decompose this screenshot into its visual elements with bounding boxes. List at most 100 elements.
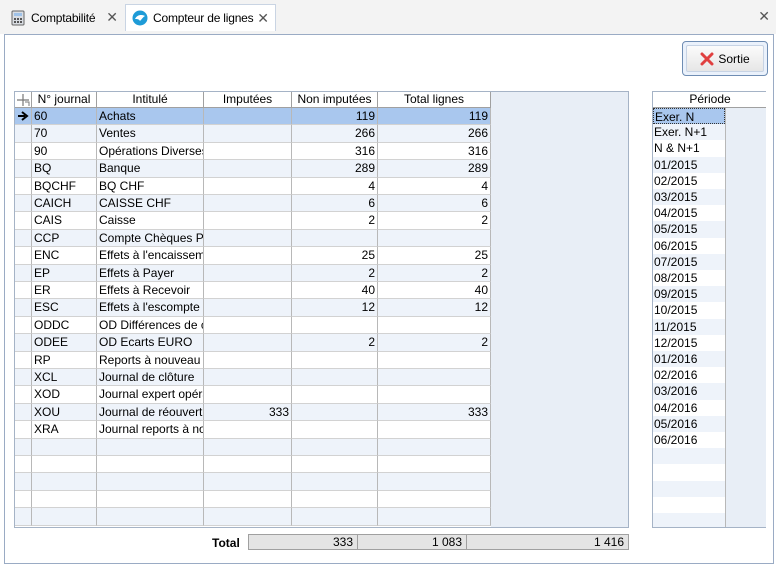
non-imputees-cell[interactable]: 316 [292,142,378,161]
imputees-cell[interactable] [204,508,292,526]
total-cell[interactable] [378,351,491,369]
intitule-cell[interactable]: Reports à nouveau [97,351,204,369]
imputees-cell[interactable] [204,490,292,509]
non-imputees-cell[interactable] [292,490,378,509]
non-imputees-cell[interactable]: 4 [292,177,378,195]
table-row[interactable]: ESC Effets à l'escompte 12 12 [15,299,491,317]
period-item[interactable]: 04/2015 [653,205,725,221]
journal-cell[interactable]: BQCHF [32,177,97,195]
table-row[interactable]: BQ Banque 289 289 [15,160,491,178]
total-cell[interactable] [378,369,491,387]
table-row[interactable] [15,490,491,509]
table-row[interactable]: RP Reports à nouveau [15,351,491,369]
non-imputees-cell[interactable] [292,473,378,491]
non-imputees-cell[interactable] [292,403,378,422]
imputees-cell[interactable] [204,456,292,474]
journal-cell[interactable]: CCP [32,229,97,248]
intitule-cell[interactable]: CAISSE CHF [97,195,204,213]
non-imputees-cell[interactable] [292,351,378,369]
journal-cell[interactable] [32,456,97,474]
add-column-icon[interactable] [15,92,32,108]
total-cell[interactable] [378,421,491,439]
table-row[interactable] [15,508,491,526]
period-item[interactable]: 05/2016 [653,415,725,432]
journal-cell[interactable]: ODDC [32,316,97,335]
period-list[interactable]: Période Exer. N Exer. N+1 N & N+1 01/2015 02… [652,91,766,528]
journal-cell[interactable]: ENC [32,247,97,265]
imputees-cell[interactable] [204,229,292,248]
total-cell[interactable]: 289 [378,160,491,178]
intitule-cell[interactable] [97,508,204,526]
total-cell[interactable]: 2 [378,212,491,230]
intitule-cell[interactable]: Caisse [97,212,204,230]
header-non-imputees[interactable]: Non imputées [292,92,378,108]
exit-button[interactable]: Sortie [682,41,768,76]
period-item[interactable]: 02/2016 [653,367,725,383]
total-cell[interactable]: 12 [378,299,491,317]
imputees-cell[interactable] [204,473,292,491]
journal-cell[interactable]: CAIS [32,212,97,230]
close-icon[interactable]: ✕ [106,9,118,26]
period-item[interactable]: 02/2015 [653,173,725,189]
table-row[interactable]: XODJournal expert opérations [15,386,491,404]
table-row[interactable]: XRAJournal reports à nouveau [15,421,491,439]
total-cell[interactable] [378,490,491,509]
imputees-cell[interactable] [204,386,292,404]
exit-button-face[interactable]: Sortie [686,45,764,72]
table-row[interactable] [15,473,491,491]
table-row[interactable]: 70 Ventes 266 266 [15,125,491,143]
table-row[interactable] [15,456,491,474]
imputees-cell[interactable] [204,299,292,317]
period-item[interactable]: 01/2016 [653,351,725,368]
table-row[interactable]: CCPCompte Chèques Postaux [15,229,491,248]
journal-cell[interactable]: ESC [32,299,97,317]
imputees-cell[interactable] [204,438,292,456]
non-imputees-cell[interactable]: 266 [292,125,378,143]
imputees-cell[interactable] [204,334,292,352]
intitule-cell[interactable] [97,490,204,509]
non-imputees-cell[interactable]: 25 [292,247,378,265]
non-imputees-cell[interactable]: 2 [292,212,378,230]
period-item[interactable]: 04/2016 [653,400,725,416]
table-row[interactable]: ER Effets à Recevoir 40 40 [15,282,491,300]
total-cell[interactable]: 316 [378,142,491,161]
imputees-cell[interactable] [204,125,292,143]
journal-cell[interactable] [32,490,97,509]
intitule-cell[interactable]: OD Différences de change [97,316,204,335]
imputees-cell[interactable] [204,369,292,387]
non-imputees-cell[interactable] [292,386,378,404]
tab-compteur-de-lignes[interactable]: Compteur de lignes ✕ [125,4,276,31]
period-item[interactable]: 05/2015 [653,221,725,238]
journal-cell[interactable]: XCL [32,369,97,387]
journal-cell[interactable] [32,508,97,526]
total-cell[interactable]: 2 [378,264,491,282]
total-cell[interactable] [378,438,491,456]
intitule-cell[interactable] [97,456,204,474]
imputees-cell[interactable] [204,108,292,126]
non-imputees-cell[interactable]: 2 [292,264,378,282]
journal-cell[interactable] [32,473,97,491]
table-row[interactable]: ODDCOD Différences de change [15,316,491,335]
period-item[interactable]: 07/2015 [653,253,725,270]
total-cell[interactable] [378,473,491,491]
period-item[interactable]: 06/2016 [653,432,725,448]
journal-cell[interactable]: RP [32,351,97,369]
table-row[interactable]: CAICH CAISSE CHF 6 6 [15,195,491,213]
journal-cell[interactable]: XOD [32,386,97,404]
imputees-cell[interactable] [204,212,292,230]
imputees-cell[interactable] [204,264,292,282]
intitule-cell[interactable]: Effets à l'escompte [97,299,204,317]
non-imputees-cell[interactable]: 6 [292,195,378,213]
non-imputees-cell[interactable] [292,508,378,526]
table-row[interactable]: ODEE OD Ecarts EURO 2 2 [15,334,491,352]
intitule-cell[interactable]: Achats [97,108,204,126]
journal-cell[interactable]: XRA [32,421,97,439]
total-cell[interactable]: 6 [378,195,491,213]
non-imputees-cell[interactable] [292,456,378,474]
intitule-cell[interactable]: Banque [97,160,204,178]
non-imputees-cell[interactable] [292,229,378,248]
intitule-cell[interactable]: Effets à Payer [97,264,204,282]
period-item[interactable]: 01/2015 [653,156,725,173]
period-item[interactable]: Exer. N [653,108,725,125]
journal-cell[interactable]: 70 [32,125,97,143]
